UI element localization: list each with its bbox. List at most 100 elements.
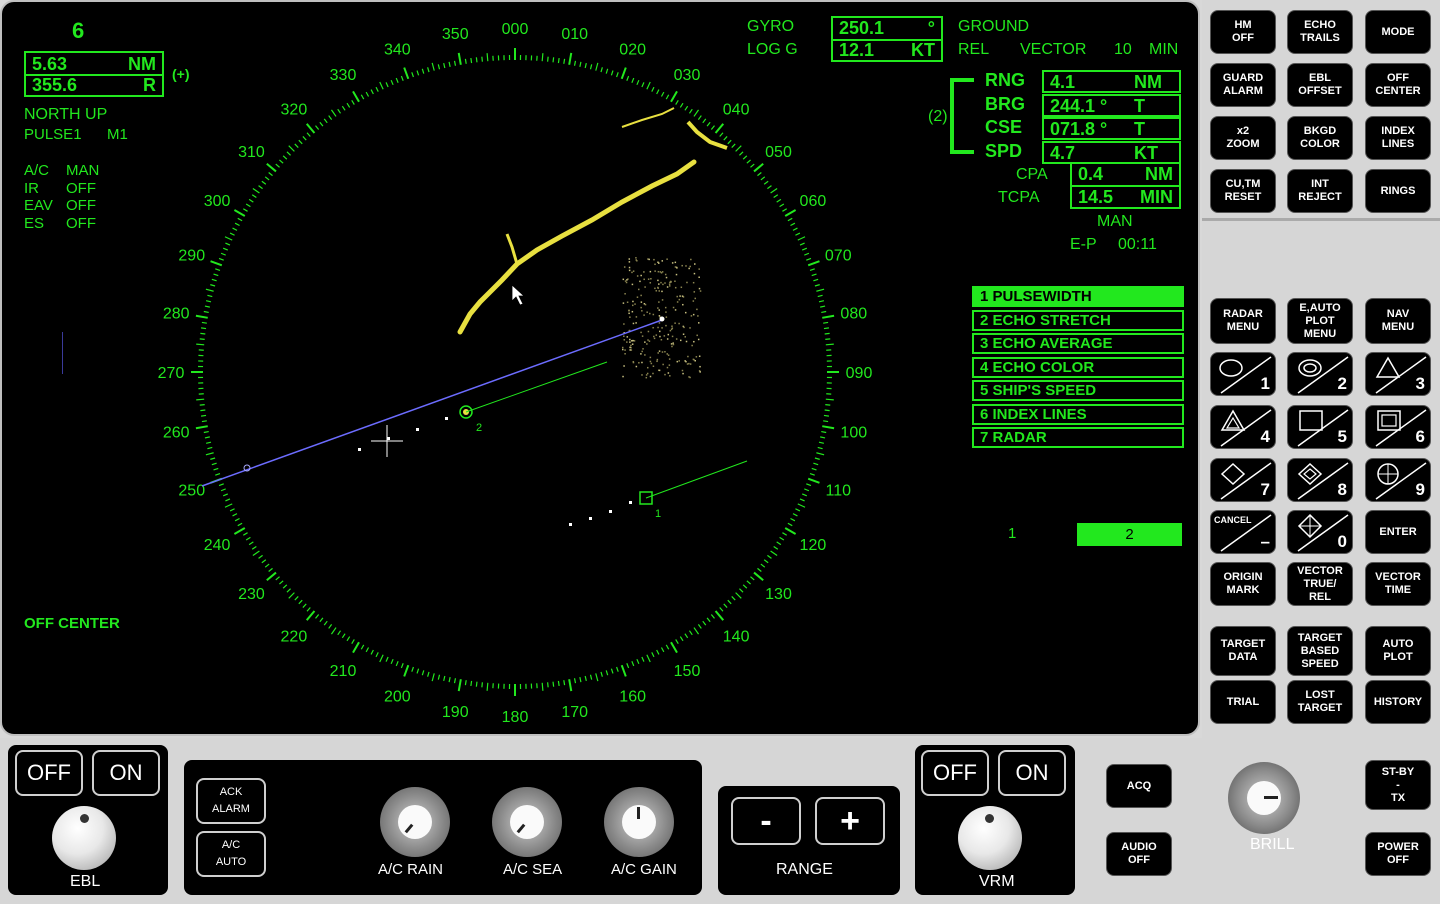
clutter-dot bbox=[657, 307, 659, 309]
ac-auto-button[interactable]: A/C AUTO bbox=[196, 831, 266, 877]
menu-item[interactable]: 7 RADAR bbox=[972, 427, 1184, 448]
range-plus-button[interactable]: + bbox=[815, 797, 885, 845]
audio-off-button[interactable]: AUDIO OFF bbox=[1106, 832, 1172, 876]
symbol-key-3[interactable]: 3 bbox=[1365, 352, 1431, 396]
menu-page-2[interactable]: 2 bbox=[1077, 523, 1182, 546]
clutter-dot bbox=[622, 375, 624, 378]
menu-page-1[interactable]: 1 bbox=[1008, 525, 1016, 542]
compass-tick bbox=[801, 493, 808, 497]
compass-tick bbox=[233, 527, 246, 535]
compass-label-150: 150 bbox=[674, 663, 701, 680]
symbol-key-9[interactable]: 9 bbox=[1365, 458, 1431, 502]
function-key[interactable]: CU,TM RESET bbox=[1210, 169, 1276, 213]
function-key[interactable]: GUARD ALARM bbox=[1210, 63, 1276, 107]
ebl-off-button[interactable]: OFF bbox=[15, 750, 83, 796]
target-1-symbol[interactable] bbox=[639, 460, 748, 505]
menu-item[interactable]: 1 PULSEWIDTH bbox=[972, 286, 1184, 307]
compass-tick bbox=[421, 68, 425, 74]
compass-tick bbox=[706, 121, 711, 127]
function-key[interactable]: INDEX LINES bbox=[1365, 116, 1431, 160]
target-row-box: 244.1 ° T bbox=[1042, 93, 1181, 117]
menu-item[interactable]: 2 ECHO STRETCH bbox=[972, 309, 1184, 331]
function-key[interactable]: AUTO PLOT bbox=[1365, 626, 1431, 676]
function-key[interactable]: TRIAL bbox=[1210, 680, 1276, 724]
symbol-key-1[interactable]: 1 bbox=[1210, 352, 1276, 396]
function-key[interactable]: ECHO TRAILS bbox=[1287, 10, 1353, 54]
compass-label-090: 090 bbox=[846, 365, 873, 382]
tcpa-unit: MIN bbox=[1140, 187, 1173, 207]
function-key[interactable]: MODE bbox=[1365, 10, 1431, 54]
function-key[interactable]: ORIGIN MARK bbox=[1210, 562, 1276, 606]
clutter-dot bbox=[681, 264, 683, 267]
clutter-dot bbox=[641, 361, 643, 364]
ac-gain-knob[interactable] bbox=[604, 787, 674, 857]
power-off-button[interactable]: POWER OFF bbox=[1365, 832, 1431, 876]
symbol-key-8[interactable]: 8 bbox=[1287, 458, 1353, 502]
menu-item[interactable]: 3 ECHO AVERAGE bbox=[972, 333, 1184, 354]
function-key[interactable]: OFF CENTER bbox=[1365, 63, 1431, 107]
menu-item[interactable]: 5 SHIP'S SPEED bbox=[972, 380, 1184, 401]
compass-tick bbox=[385, 82, 389, 88]
cancel-button[interactable]: CANCEL – bbox=[1210, 510, 1276, 554]
vrm-on-button[interactable]: ON bbox=[998, 750, 1066, 796]
target-2-symbol[interactable] bbox=[459, 361, 608, 419]
compass-tick bbox=[824, 332, 830, 335]
function-key[interactable]: HM OFF bbox=[1210, 10, 1276, 54]
symbol-key-7[interactable]: 7 bbox=[1210, 458, 1276, 502]
function-key[interactable]: VECTOR TRUE/ REL bbox=[1287, 562, 1353, 606]
function-key[interactable]: TARGET DATA bbox=[1210, 626, 1276, 676]
vrm-knob[interactable] bbox=[958, 806, 1022, 870]
function-key[interactable]: HISTORY bbox=[1365, 680, 1431, 724]
acq-button[interactable]: ACQ bbox=[1106, 764, 1172, 808]
function-key[interactable]: EBL OFFSET bbox=[1287, 63, 1353, 107]
function-key[interactable]: VECTOR TIME bbox=[1365, 562, 1431, 606]
symbol-key-5[interactable]: 5 bbox=[1287, 405, 1353, 449]
ack-alarm-button[interactable]: ACK ALARM bbox=[196, 778, 266, 824]
compass-tick bbox=[825, 404, 831, 406]
menu-item[interactable]: 6 INDEX LINES bbox=[972, 403, 1184, 425]
compass-tick bbox=[739, 151, 744, 156]
symbol-key-4[interactable]: 4 bbox=[1210, 405, 1276, 449]
clutter-dot bbox=[635, 257, 637, 259]
function-key[interactable]: RINGS bbox=[1365, 169, 1431, 213]
ebl-on-button[interactable]: ON bbox=[92, 750, 160, 796]
ac-rain-knob[interactable] bbox=[380, 787, 450, 857]
stabilization-label: GROUND bbox=[958, 18, 1030, 35]
function-key[interactable]: E,AUTO PLOT MENU bbox=[1287, 298, 1353, 344]
compass-tick bbox=[547, 682, 549, 688]
compass-tick bbox=[823, 321, 829, 324]
function-key[interactable]: RADAR MENU bbox=[1210, 298, 1276, 344]
clutter-dot bbox=[682, 372, 684, 375]
function-key[interactable]: x2 ZOOM bbox=[1210, 116, 1276, 160]
enter-button[interactable]: ENTER bbox=[1365, 510, 1431, 554]
function-key[interactable]: LOST TARGET bbox=[1287, 680, 1353, 724]
clutter-dot bbox=[624, 280, 627, 282]
compass-tick bbox=[195, 425, 208, 430]
function-key[interactable]: INT REJECT bbox=[1287, 169, 1353, 213]
symbol-key-number: 9 bbox=[1415, 480, 1425, 499]
clutter-dot bbox=[654, 263, 656, 266]
compass-label-300: 300 bbox=[204, 193, 231, 210]
compass-tick bbox=[770, 187, 778, 194]
menu-item[interactable]: 4 ECHO COLOR bbox=[972, 356, 1184, 378]
function-key[interactable]: NAV MENU bbox=[1365, 298, 1431, 344]
symbol-key-2[interactable]: 2 bbox=[1287, 352, 1353, 396]
compass-tick bbox=[210, 260, 223, 267]
clutter-dot bbox=[629, 338, 631, 341]
standby-tx-button[interactable]: ST-BY - TX bbox=[1365, 760, 1431, 810]
radar-display[interactable]: 000 010 020 030 040 050 060 070 080 090 100 110 120 1… bbox=[0, 0, 1200, 736]
symbol-key-6[interactable]: 6 bbox=[1365, 405, 1431, 449]
range-minus-button[interactable]: - bbox=[731, 797, 801, 845]
symbol-key-0[interactable]: 0 bbox=[1287, 510, 1353, 554]
ebl-knob[interactable] bbox=[52, 806, 116, 870]
m-mode: M1 bbox=[107, 126, 128, 143]
vrm-off-button[interactable]: OFF bbox=[921, 750, 989, 796]
compass-tick bbox=[416, 70, 420, 76]
function-key[interactable]: TARGET BASED SPEED bbox=[1287, 626, 1353, 676]
ac-sea-knob[interactable] bbox=[492, 787, 562, 857]
compass-tick bbox=[294, 596, 299, 601]
brill-knob[interactable] bbox=[1228, 762, 1300, 834]
clutter-dot bbox=[632, 300, 634, 303]
clutter-dot bbox=[635, 259, 637, 261]
function-key[interactable]: BKGD COLOR bbox=[1287, 116, 1353, 160]
